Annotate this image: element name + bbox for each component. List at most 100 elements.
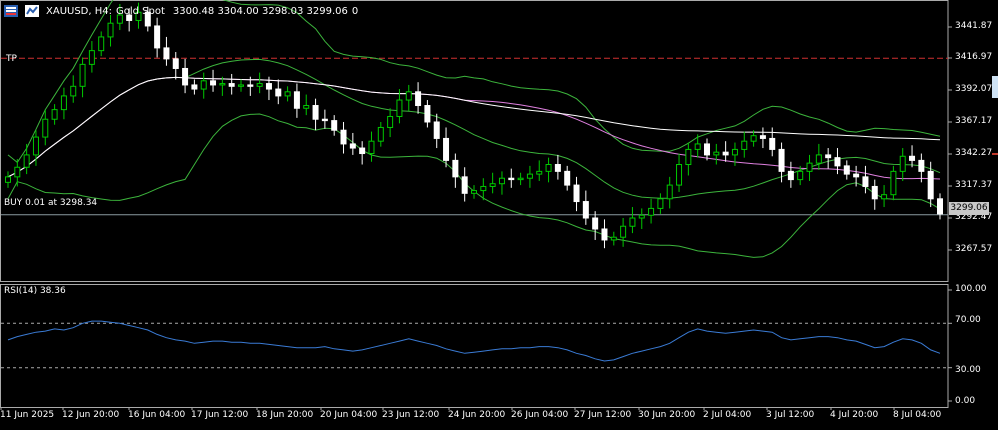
tp-label: TP	[6, 54, 17, 64]
candle-body	[284, 91, 291, 97]
candle-body	[704, 143, 710, 156]
candle-body	[694, 143, 701, 150]
candle-body	[293, 91, 300, 109]
candle-body	[713, 151, 720, 156]
candle-body	[741, 140, 748, 150]
candle-body	[890, 170, 897, 196]
candle-body	[107, 22, 114, 38]
candle-body	[396, 99, 403, 117]
candle-body	[778, 148, 785, 172]
time-tick: 4 Jul 20:00	[830, 410, 879, 420]
candle-body	[60, 95, 67, 111]
candle-body	[601, 228, 608, 241]
time-tick: 27 Jun 12:00	[574, 410, 632, 420]
candle-body	[359, 147, 366, 155]
candle-body	[98, 36, 105, 52]
rsi-line	[7, 320, 941, 362]
candle-body	[210, 80, 217, 86]
time-tick: 20 Jun 04:00	[320, 410, 378, 420]
candle-body	[648, 207, 655, 216]
candle-body	[42, 118, 49, 138]
candle-body	[247, 84, 254, 87]
candle-body	[843, 165, 850, 175]
candle-body	[638, 214, 645, 219]
candle-body	[256, 83, 263, 87]
candle-body	[415, 91, 422, 107]
time-tick: 12 Jun 20:00	[62, 410, 120, 420]
candle-body	[806, 162, 813, 172]
candle-body	[825, 154, 832, 159]
chart-canvas[interactable]	[0, 0, 998, 430]
candle-body	[368, 140, 375, 155]
candle-body	[238, 84, 244, 87]
rsi-tick: 100.00	[955, 284, 987, 294]
side-price-marker	[992, 153, 998, 155]
time-tick: 26 Jun 04:00	[511, 410, 569, 420]
candle-body	[918, 159, 925, 172]
time-tick: 3 Jul 12:00	[766, 410, 815, 420]
price-tick: 3342.27	[955, 148, 993, 158]
price-tick: 3416.97	[955, 52, 993, 62]
time-tick: 17 Jun 12:00	[191, 410, 249, 420]
candle-body	[769, 137, 776, 150]
candle-body	[881, 194, 888, 200]
candle-body	[853, 173, 860, 178]
candle-body	[182, 67, 189, 86]
candle-body	[573, 184, 580, 203]
chart-list-icon[interactable]	[4, 5, 18, 17]
candle-body	[321, 118, 328, 122]
candle-body	[331, 120, 338, 131]
moving-average-line	[7, 76, 941, 180]
candle-body	[200, 80, 207, 90]
candle-body	[471, 190, 477, 194]
candle-body	[154, 25, 161, 49]
ohlc-values: 3300.48 3304.00 3298.03 3299.06	[172, 5, 348, 17]
candle-body	[685, 148, 692, 166]
candle-body	[424, 105, 431, 123]
candle-body	[461, 176, 468, 194]
candle-body	[909, 155, 916, 161]
time-tick: 30 Jun 20:00	[638, 410, 696, 420]
position-label[interactable]: BUY 0.01 at 3298.34	[4, 198, 97, 208]
candle-body	[191, 84, 198, 90]
instrument-label: Gold Spot	[116, 5, 165, 17]
candle-body	[443, 137, 450, 161]
candle-body	[545, 164, 552, 172]
long-moving-average-line	[7, 76, 941, 178]
candle-body	[937, 198, 943, 215]
candle-body	[899, 155, 906, 172]
candle-body	[405, 91, 412, 101]
candle-body	[657, 198, 664, 209]
candle-body	[387, 115, 394, 128]
candle-body	[498, 177, 505, 185]
candle-body	[508, 177, 515, 181]
rsi-label: RSI(14) 38.36	[4, 286, 66, 296]
price-tick: 3392.07	[955, 84, 993, 94]
time-tick: 18 Jun 20:00	[256, 410, 314, 420]
candle-body	[620, 225, 627, 238]
rsi-tick: 70.00	[955, 315, 981, 325]
candle-body	[526, 173, 533, 179]
candle-body	[433, 121, 440, 139]
side-panel-toggle[interactable]	[992, 76, 998, 98]
candle-body	[14, 166, 21, 178]
candle-body	[554, 164, 561, 172]
rsi-pane-frame	[0, 284, 949, 408]
volume-value: 0	[351, 5, 359, 17]
rsi-tick: 30.00	[955, 365, 981, 375]
candle-body	[172, 58, 179, 69]
time-tick: 2 Jul 04:00	[703, 410, 752, 420]
candle-body	[489, 183, 496, 187]
candle-body	[610, 236, 617, 241]
chart-header: XAUUSD, H4: Gold Spot 3300.48 3304.00 32…	[0, 0, 358, 22]
candle-body	[517, 177, 524, 181]
candle-body	[797, 170, 804, 181]
price-tick: 3367.17	[955, 116, 993, 126]
candle-body	[349, 143, 356, 149]
candle-body	[275, 88, 282, 97]
rsi-pane	[0, 284, 952, 410]
candle-body	[871, 185, 878, 200]
candle-body	[592, 217, 599, 230]
chart-type-icon[interactable]	[25, 5, 39, 17]
candle-body	[228, 83, 235, 87]
